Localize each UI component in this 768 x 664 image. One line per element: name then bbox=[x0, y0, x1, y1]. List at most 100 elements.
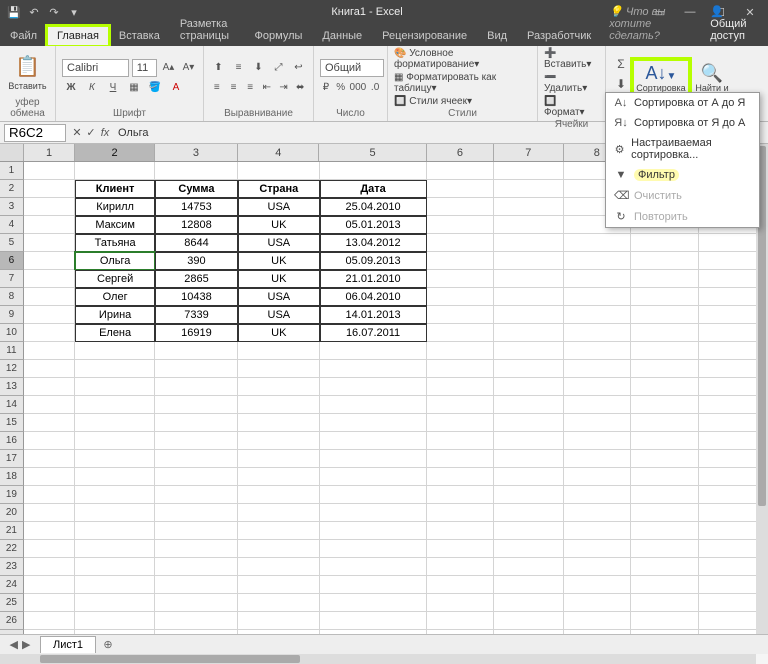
increase-font-icon[interactable]: A▴ bbox=[160, 59, 177, 77]
cell-r9c7[interactable] bbox=[494, 306, 563, 324]
underline-icon[interactable]: Ч bbox=[104, 79, 122, 97]
cell-r4c4[interactable]: UK bbox=[238, 216, 319, 234]
cell-r22c6[interactable] bbox=[427, 540, 494, 558]
cell-r7c3[interactable]: 2865 bbox=[155, 270, 238, 288]
cell-r19c2[interactable] bbox=[75, 486, 154, 504]
cell-r22c5[interactable] bbox=[320, 540, 427, 558]
cell-r13c9[interactable] bbox=[631, 378, 698, 396]
cell-r20c7[interactable] bbox=[494, 504, 563, 522]
cell-r22c4[interactable] bbox=[238, 540, 319, 558]
cell-r11c7[interactable] bbox=[494, 342, 563, 360]
autosum-icon[interactable]: Σ bbox=[612, 55, 630, 73]
cell-r6c1[interactable] bbox=[24, 252, 76, 270]
insert-cells-button[interactable]: ➕ Вставить▾ bbox=[544, 48, 599, 70]
cell-r26c7[interactable] bbox=[494, 612, 563, 630]
cell-r20c9[interactable] bbox=[631, 504, 698, 522]
cell-r14c8[interactable] bbox=[564, 396, 631, 414]
cell-r8c5[interactable]: 06.04.2010 bbox=[320, 288, 427, 306]
cell-r11c4[interactable] bbox=[238, 342, 319, 360]
cell-r6c5[interactable]: 05.09.2013 bbox=[320, 252, 427, 270]
cell-r15c6[interactable] bbox=[427, 414, 494, 432]
format-as-table-button[interactable]: ▦ Форматировать как таблицу▾ bbox=[394, 72, 531, 94]
cell-r15c1[interactable] bbox=[24, 414, 76, 432]
row-header-8[interactable]: 8 bbox=[0, 288, 24, 306]
cell-r14c5[interactable] bbox=[320, 396, 427, 414]
cell-r21c3[interactable] bbox=[155, 522, 238, 540]
cell-r21c8[interactable] bbox=[564, 522, 631, 540]
cell-r23c4[interactable] bbox=[238, 558, 319, 576]
cell-r26c6[interactable] bbox=[427, 612, 494, 630]
cell-r12c2[interactable] bbox=[75, 360, 154, 378]
cell-r7c7[interactable] bbox=[494, 270, 563, 288]
row-header-21[interactable]: 21 bbox=[0, 522, 24, 540]
cell-r7c6[interactable] bbox=[427, 270, 494, 288]
cell-r8c1[interactable] bbox=[24, 288, 76, 306]
row-header-22[interactable]: 22 bbox=[0, 540, 24, 558]
cell-r7c9[interactable] bbox=[631, 270, 698, 288]
comma-icon[interactable]: 000 bbox=[350, 79, 367, 97]
enter-formula-icon[interactable]: ✓ bbox=[84, 126, 98, 139]
cell-r5c1[interactable] bbox=[24, 234, 76, 252]
filter-item[interactable]: ▼Фильтр bbox=[606, 165, 759, 185]
row-header-9[interactable]: 9 bbox=[0, 306, 24, 324]
cell-styles-button[interactable]: 🔲 Стили ячеек▾ bbox=[394, 96, 531, 107]
cell-r19c4[interactable] bbox=[238, 486, 319, 504]
qat-more-icon[interactable]: ▾ bbox=[66, 4, 82, 20]
cell-r11c3[interactable] bbox=[155, 342, 238, 360]
cell-r9c6[interactable] bbox=[427, 306, 494, 324]
cell-r22c2[interactable] bbox=[75, 540, 154, 558]
share-button[interactable]: 👤 Общий доступ bbox=[702, 1, 768, 46]
cell-r9c8[interactable] bbox=[564, 306, 631, 324]
fx-icon[interactable]: fx bbox=[98, 127, 112, 139]
cell-r10c6[interactable] bbox=[427, 324, 494, 342]
name-box[interactable] bbox=[4, 124, 66, 142]
cell-r20c4[interactable] bbox=[238, 504, 319, 522]
cell-r16c9[interactable] bbox=[631, 432, 698, 450]
align-bottom-icon[interactable]: ⬇ bbox=[250, 59, 267, 77]
cell-r17c4[interactable] bbox=[238, 450, 319, 468]
undo-icon[interactable]: ↶ bbox=[26, 4, 42, 20]
merge-icon[interactable]: ⬌ bbox=[293, 79, 307, 97]
cell-r8c4[interactable]: USA bbox=[238, 288, 319, 306]
cell-r9c1[interactable] bbox=[24, 306, 76, 324]
row-header-14[interactable]: 14 bbox=[0, 396, 24, 414]
cell-r6c9[interactable] bbox=[631, 252, 698, 270]
cell-r5c7[interactable] bbox=[494, 234, 563, 252]
fill-color-icon[interactable]: 🪣 bbox=[146, 79, 164, 97]
cell-r4c1[interactable] bbox=[24, 216, 76, 234]
cell-r16c3[interactable] bbox=[155, 432, 238, 450]
prev-sheet-icon[interactable]: ◀ bbox=[10, 638, 18, 651]
cell-r10c9[interactable] bbox=[631, 324, 698, 342]
row-header-15[interactable]: 15 bbox=[0, 414, 24, 432]
cell-r24c7[interactable] bbox=[494, 576, 563, 594]
cell-r21c2[interactable] bbox=[75, 522, 154, 540]
cell-r25c3[interactable] bbox=[155, 594, 238, 612]
find-select-icon[interactable]: 🔍 bbox=[701, 63, 723, 84]
cell-r24c2[interactable] bbox=[75, 576, 154, 594]
cell-r18c1[interactable] bbox=[24, 468, 76, 486]
cell-r15c9[interactable] bbox=[631, 414, 698, 432]
col-header-7[interactable]: 7 bbox=[494, 144, 563, 161]
cell-r2c5[interactable]: Дата bbox=[320, 180, 427, 198]
row-header-4[interactable]: 4 bbox=[0, 216, 24, 234]
row-header-12[interactable]: 12 bbox=[0, 360, 24, 378]
cell-r17c8[interactable] bbox=[564, 450, 631, 468]
cell-r22c1[interactable] bbox=[24, 540, 76, 558]
row-header-20[interactable]: 20 bbox=[0, 504, 24, 522]
custom-sort-item[interactable]: ⚙Настраиваемая сортировка... bbox=[606, 133, 759, 165]
align-left-icon[interactable]: ≡ bbox=[210, 79, 224, 97]
cell-r21c6[interactable] bbox=[427, 522, 494, 540]
cell-r16c8[interactable] bbox=[564, 432, 631, 450]
cell-r14c2[interactable] bbox=[75, 396, 154, 414]
cell-r13c5[interactable] bbox=[320, 378, 427, 396]
cell-r25c4[interactable] bbox=[238, 594, 319, 612]
cell-r2c1[interactable] bbox=[24, 180, 76, 198]
cell-r16c5[interactable] bbox=[320, 432, 427, 450]
cell-r21c4[interactable] bbox=[238, 522, 319, 540]
cell-r17c3[interactable] bbox=[155, 450, 238, 468]
cell-r11c1[interactable] bbox=[24, 342, 76, 360]
cell-r7c5[interactable]: 21.01.2010 bbox=[320, 270, 427, 288]
cell-r5c9[interactable] bbox=[631, 234, 698, 252]
cell-r3c2[interactable]: Кирилл bbox=[75, 198, 154, 216]
cell-r17c2[interactable] bbox=[75, 450, 154, 468]
